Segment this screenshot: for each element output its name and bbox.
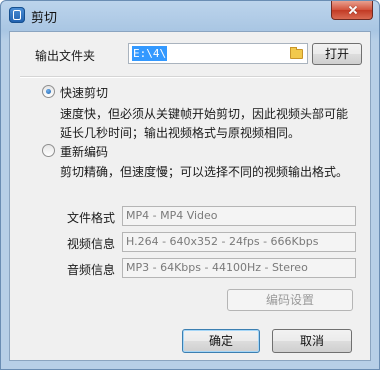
output-folder-input[interactable]: E:\4\ <box>128 43 308 64</box>
cut-dialog-window: 剪切 输出文件夹 E:\4\ 打开 快速剪切 速度快，但必须从关键帧开始剪切，因… <box>0 0 380 370</box>
reencode-radio[interactable] <box>42 144 55 157</box>
video-info-label: 视频信息 <box>67 237 116 251</box>
cancel-button[interactable]: 取消 <box>272 329 352 353</box>
window-title: 剪切 <box>31 11 58 26</box>
encode-settings-button[interactable]: 编码设置 <box>227 289 353 311</box>
file-format-field: MP4 - MP4 Video <box>122 206 356 226</box>
file-format-label: 文件格式 <box>67 211 116 225</box>
output-folder-label: 输出文件夹 <box>35 49 96 63</box>
divider <box>20 76 360 78</box>
open-button[interactable]: 打开 <box>312 43 362 65</box>
close-button[interactable] <box>331 1 373 20</box>
folder-icon[interactable] <box>290 47 303 59</box>
ok-button[interactable]: 确定 <box>182 329 260 353</box>
audio-info-field: MP3 - 64Kbps - 44100Hz - Stereo <box>122 258 356 278</box>
reencode-label[interactable]: 重新编码 <box>60 143 108 160</box>
output-folder-path-text[interactable]: E:\4\ <box>132 46 168 61</box>
fast-cut-description-line1: 速度快，但必须从关键帧开始剪切，因此视频头部可能 <box>60 107 349 121</box>
fast-cut-description-line2: 延长几秒时间；输出视频格式与原视频相同。 <box>60 126 301 140</box>
dialog-client-area: 输出文件夹 E:\4\ 打开 快速剪切 速度快，但必须从关键帧开始剪切，因此视频… <box>9 31 371 361</box>
app-icon <box>9 7 25 23</box>
reencode-description: 剪切精确，但速度慢；可以选择不同的视频输出格式。 <box>60 165 349 179</box>
audio-info-label: 音频信息 <box>67 263 116 277</box>
video-info-field: H.264 - 640x352 - 24fps - 666Kbps <box>122 232 356 252</box>
fast-cut-radio[interactable] <box>42 85 55 98</box>
fast-cut-label[interactable]: 快速剪切 <box>60 84 108 101</box>
title-bar[interactable]: 剪切 <box>1 1 379 31</box>
